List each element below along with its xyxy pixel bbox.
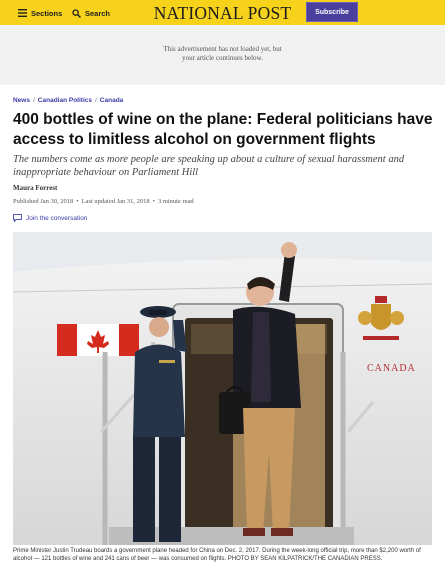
- article-meta: Published Jan 30, 2018 • Last updated Jan …: [13, 198, 194, 205]
- read-time: 3 minute read: [157, 198, 194, 205]
- search-icon: [72, 8, 81, 18]
- national-post-logo[interactable]: NATIONAL POST: [150, 3, 295, 23]
- canada-flag: [57, 324, 139, 356]
- updated-date: Last updated Jan 31, 2018: [81, 198, 150, 205]
- published-date: Published Jan 30, 2018: [13, 198, 74, 205]
- breadcrumb-separator: /: [32, 97, 35, 104]
- breadcrumb-separator: /: [94, 97, 97, 104]
- article-headline: 400 bottles of wine on the plane: Federa…: [13, 111, 433, 148]
- meta-separator: •: [76, 198, 79, 205]
- breadcrumb-news[interactable]: News: [13, 97, 30, 104]
- meta-separator: •: [152, 198, 155, 205]
- plane-boarding-illustration: CANADA: [13, 232, 432, 545]
- hamburger-icon: [18, 9, 27, 17]
- breadcrumb-canadian-politics[interactable]: Canadian Politics: [38, 97, 92, 104]
- plane-canada-label: CANADA: [367, 363, 416, 374]
- join-conversation-link[interactable]: Join the conversation: [13, 214, 87, 222]
- author-name[interactable]: Maura Forrest: [13, 184, 57, 192]
- search-button[interactable]: Search: [72, 6, 110, 20]
- photo-caption: Prime Minister Justin Trudeau boards a g…: [13, 548, 421, 562]
- breadcrumb-canada[interactable]: Canada: [100, 97, 123, 104]
- article-subhead: The numbers come as more people are spea…: [13, 154, 405, 178]
- ad-notice-line2: your article continues below.: [182, 54, 263, 62]
- join-conversation-label: Join the conversation: [26, 214, 88, 222]
- breadcrumb: News / Canadian Politics / Canada: [13, 97, 123, 104]
- top-header-bar: Sections Search NATIONAL POST Subscribe: [0, 0, 445, 25]
- search-label: Search: [85, 8, 111, 18]
- article-hero-photo[interactable]: CANADA: [13, 232, 432, 545]
- sections-button[interactable]: Sections: [18, 6, 62, 20]
- sections-label: Sections: [31, 8, 63, 18]
- speech-bubble-icon: [13, 214, 22, 222]
- subscribe-button[interactable]: Subscribe: [306, 2, 358, 22]
